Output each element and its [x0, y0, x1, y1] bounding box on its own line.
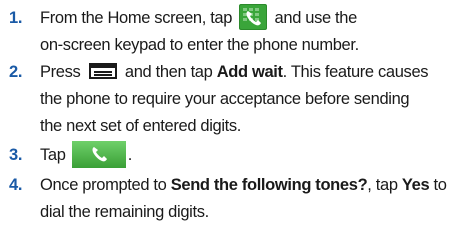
step-number: 4. [9, 176, 23, 194]
step-text: Tap . [40, 141, 468, 169]
step-text: From the Home screen, tap and use the on… [40, 3, 468, 59]
step-number: 1. [9, 9, 23, 27]
phone-dialer-icon [239, 3, 268, 30]
step-text: Once prompted to Send the following tone… [40, 176, 447, 221]
step-number: 2. [9, 63, 23, 81]
call-button-icon [71, 141, 126, 169]
step-number: 3. [9, 146, 23, 164]
menu-key-icon [88, 62, 117, 79]
step-text: Press and then tap Add wait. This featur… [40, 62, 429, 135]
